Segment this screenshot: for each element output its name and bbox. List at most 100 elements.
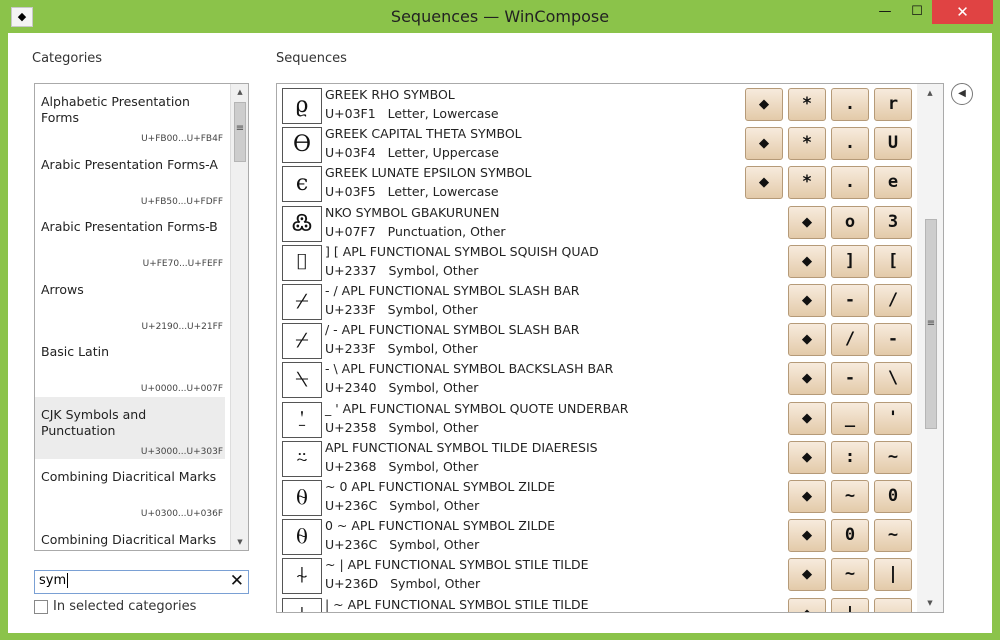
sequence-row[interactable]: ϱ GREEK RHO SYMBOL U+03F1 Letter, Lowercase… [281,86,921,125]
sequence-row[interactable]: ⍨ APL FUNCTIONAL SYMBOL TILDE DIAERESIS U+… [281,439,921,478]
unicode-codepoint: U+03F1 [325,106,376,121]
key-cap: ' [874,401,912,435]
unicode-category: Symbol, Other [387,302,478,317]
seq-grip-icon: ≡ [926,318,936,329]
search-input-value: sym [39,573,67,588]
category-name: Arabic Presentation Forms-A [41,156,218,172]
compose-key-icon: ◆ [788,519,826,553]
glyph-preview: ⌿ [282,323,322,360]
key-cap: 3 [874,205,912,239]
minimize-button[interactable]: — [868,0,902,24]
sequence-row[interactable]: ⍭ ~ | APL FUNCTIONAL SYMBOL STILE TILDE U+… [281,556,921,595]
sequence-code: U+2368 Symbol, Other [325,459,478,474]
sequences-label: Sequences [276,51,347,66]
categories-list[interactable]: Alphabetic Presentation Forms U+FB00...U+… [34,83,249,551]
unicode-category: Symbol, Other [388,458,479,474]
sequence-row[interactable]: ⍀ - \ APL FUNCTIONAL SYMBOL BACKSLASH BAR… [281,360,921,399]
category-item[interactable]: Arabic Presentation Forms-A U+FB50...U+FD… [35,147,225,209]
back-arrow-icon: ◀ [958,88,966,99]
unicode-category: Symbol, Other [388,262,479,278]
sequence-row[interactable]: ⍭| ~ APL FUNCTIONAL SYMBOL STILE TILDEU+… [281,596,921,612]
back-button[interactable]: ◀ [951,83,973,105]
key-cap: \ [874,362,912,396]
unicode-codepoint: U+2358 [325,419,377,435]
unicode-codepoint: U+2368 [325,458,377,474]
seq-scroll-up-arrow-icon[interactable]: ▲ [917,89,943,97]
sequence-row[interactable]: ⍘ _ ' APL FUNCTIONAL SYMBOL QUOTE UNDERBA… [281,400,921,439]
in-selected-categories-label[interactable]: In selected categories [53,599,196,614]
glyph-preview: ⍨ [282,440,322,477]
compose-key-icon: ◆ [788,558,826,592]
sequence-code: U+2337 Symbol, Other [325,263,478,278]
seq-scroll-down-arrow-icon[interactable]: ▼ [917,599,943,607]
category-item[interactable]: CJK Symbols and Punctuation U+3000...U+30… [35,396,225,459]
sequence-row[interactable]: ߷ NKO SYMBOL GBAKURUNEN U+07F7 Punctuation,… [281,204,921,243]
scroll-up-arrow-icon[interactable]: ▲ [231,88,248,96]
key-cap: 0 [831,519,869,553]
key-cap: ~ [874,440,912,474]
category-name: Combining Diacritical Marks [41,469,217,484]
unicode-category: Symbol, Other [387,341,478,357]
categories-label: Categories [32,51,103,66]
client-area: Categories Alphabetic Presentation Forms… [8,33,992,633]
sequence-code: U+03F5 Letter, Lowercase [325,184,499,199]
sequence-row[interactable]: ⍬ 0 ~ APL FUNCTIONAL SYMBOL ZILDE U+236C Sy… [281,517,921,556]
sequence-name: - \ APL FUNCTIONAL SYMBOL BACKSLASH BAR [325,361,614,377]
key-cap: o [831,205,869,239]
key-cap: ~ [874,519,912,553]
glyph-preview: ⌿ [282,284,322,320]
sequence-code: U+03F1 Letter, Lowercase [325,106,499,121]
key-cap: e [874,166,912,200]
in-selected-categories-checkbox[interactable] [34,600,48,614]
key-cap: [ [874,244,912,278]
category-name: Combining Diacritical Marks for Symbols [41,531,217,551]
sequence-row[interactable]: ⌿ / - APL FUNCTIONAL SYMBOL SLASH BAR U+23… [281,321,921,360]
sequence-name: ~ 0 APL FUNCTIONAL SYMBOL ZILDE [325,479,556,494]
scroll-down-arrow-icon[interactable]: ▼ [231,538,248,546]
sequence-row[interactable]: ⍬ ~ 0 APL FUNCTIONAL SYMBOL ZILDE U+236C Sy… [281,478,921,517]
key-cap: * [788,166,826,200]
sequence-code: U+07F7 Punctuation, Other [325,224,506,239]
sequence-row[interactable]: ϵ GREEK LUNATE EPSILON SYMBOL U+03F5 Letter… [281,164,921,203]
sequence-code: U+233F Symbol, Other [325,302,478,317]
category-item[interactable]: Arabic Presentation Forms-B U+FE70...U+FE… [35,209,225,271]
key-cap: : [831,440,869,474]
sequence-code: U+2340 Symbol, Other [325,380,478,395]
category-range: U+FE70...U+FEFF [142,259,223,269]
maximize-button[interactable]: ☐ [902,0,932,24]
sequences-scrollbar[interactable]: ▲ ≡ ▼ [917,84,943,612]
compose-key-icon: ◆ [745,166,783,200]
close-button[interactable]: ✕ [932,0,993,24]
compose-key-icon: ◆ [788,401,826,435]
sequences-scroll-thumb[interactable]: ≡ [925,219,937,429]
key-cap: - [831,284,869,317]
unicode-category: Symbol, Other [390,576,481,592]
key-sequence: ◆ o 3 [788,205,917,240]
key-sequence: ◆ ~ | [788,558,917,592]
categories-scroll-thumb[interactable]: ≡ [234,102,246,162]
title-bar[interactable]: ◆ Sequences — WinCompose — ☐ ✕ [0,0,1000,33]
sequence-row[interactable]: ⌷] [ APL FUNCTIONAL SYMBOL SQUISH QUAD U+… [281,243,921,282]
sequences-list[interactable]: ϱ GREEK RHO SYMBOL U+03F1 Letter, Lowercase… [276,83,944,613]
unicode-codepoint: U+03F5 [325,184,376,200]
sequence-code: U+236C Symbol, Other [325,537,479,552]
key-cap: . [831,166,869,200]
glyph-preview: ⌷ [282,244,322,281]
key-sequence: ◆ *. e [745,166,917,200]
sequence-row[interactable]: ϴ GREEK CAPITAL THETA SYMBOL U+03F4 Letter,… [281,125,921,164]
category-item[interactable]: Combining Diacritical Marks U+0300...U+03… [35,459,225,521]
category-item[interactable]: Arrows U+2190...U+21FF [35,272,225,334]
categories-scrollbar[interactable]: ▲ ≡ ▼ [230,84,248,550]
sequence-row[interactable]: ⌿ - / APL FUNCTIONAL SYMBOL SLASH BAR U+23… [281,282,921,321]
sequence-code: U+236D Symbol, Other [325,576,480,591]
clear-icon[interactable]: ✕ [230,571,244,591]
sequence-name: _ ' APL FUNCTIONAL SYMBOL QUOTE UNDERBAR [325,400,629,416]
category-item[interactable]: Combining Diacritical Marks for SymbolsU… [35,522,225,551]
key-cap: 0 [874,480,912,513]
category-item[interactable]: Basic Latin U+0000...U+007F [35,334,225,396]
search-input[interactable]: sym ✕ [34,570,249,594]
glyph-preview: ⍬ [282,519,322,556]
glyph-preview: ⍭ [282,597,322,612]
category-item[interactable]: Alphabetic Presentation Forms U+FB00...U+… [35,84,225,146]
unicode-category: Letter, Lowercase [387,106,499,121]
